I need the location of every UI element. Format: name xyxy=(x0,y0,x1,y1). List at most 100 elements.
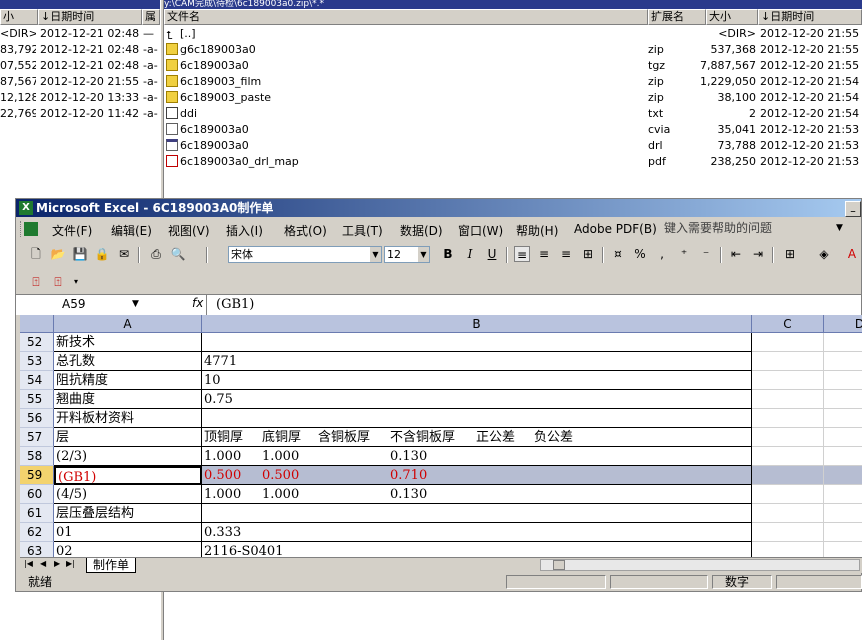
toolbar-options-icon[interactable]: ▾ xyxy=(72,274,80,290)
cell-c[interactable] xyxy=(752,371,824,390)
cell-c[interactable] xyxy=(752,485,824,504)
cell-c[interactable] xyxy=(752,333,824,352)
ext-column-header[interactable]: 扩展名 xyxy=(648,9,706,25)
file-row[interactable]: 6c189003_film zip 1,229,050 2012-12-20 21:5… xyxy=(164,74,862,90)
decrease-decimal-icon[interactable]: ⁻ xyxy=(698,246,714,262)
cell-a[interactable]: (2/3) xyxy=(54,447,202,466)
cell-d[interactable] xyxy=(824,352,862,371)
cell-b[interactable]: 4771 xyxy=(202,352,752,371)
cell-a[interactable]: 01 xyxy=(54,523,202,542)
formula-input[interactable]: (GB1) xyxy=(216,296,254,314)
save-icon[interactable]: 💾 xyxy=(72,246,88,262)
open-folder-icon[interactable]: 📂 xyxy=(50,246,66,262)
excel-title-bar[interactable]: X Microsoft Excel - 6C189003A0制作单 _ xyxy=(16,199,861,217)
worksheet-grid[interactable]: A B C D 52 新技术 53 总孔数 4771 54 阻抗精度 10 55 翘曲度 0.75 5… xyxy=(20,315,862,557)
left-file-row[interactable]: 22,769 2012-12-20 11:42 -a- xyxy=(0,106,160,122)
permission-icon[interactable]: 🔒 xyxy=(94,246,110,262)
cell-c[interactable] xyxy=(752,504,824,523)
menu-tools[interactable]: 工具(T) xyxy=(342,222,383,239)
date-column-header[interactable]: ↓日期时间 xyxy=(758,9,862,25)
row-header[interactable]: 59 xyxy=(20,466,54,485)
row-header[interactable]: 57 xyxy=(20,428,54,447)
cell-c[interactable] xyxy=(752,466,824,485)
cell-a[interactable]: 层压叠层结构 xyxy=(54,504,202,523)
minimize-button[interactable]: _ xyxy=(845,201,861,217)
name-column-header[interactable]: 文件名 xyxy=(164,9,648,25)
row-header[interactable]: 62 xyxy=(20,523,54,542)
cell-b[interactable]: 10 xyxy=(202,371,752,390)
merge-center-icon[interactable]: ⊞ xyxy=(580,246,596,262)
cell-d[interactable] xyxy=(824,485,862,504)
row-header[interactable]: 53 xyxy=(20,352,54,371)
cell-d[interactable] xyxy=(824,409,862,428)
italic-icon[interactable]: I xyxy=(462,246,478,262)
menu-insert[interactable]: 插入(I) xyxy=(226,222,263,239)
column-header-b[interactable]: B xyxy=(202,315,752,333)
convert-and-email-pdf-icon[interactable]: ⍐ xyxy=(50,274,66,290)
cell-c[interactable] xyxy=(752,523,824,542)
sheet-tab-active[interactable]: 制作单 xyxy=(86,558,137,573)
cell-b[interactable]: 1.000 1.000 0.130 xyxy=(202,447,752,466)
left-date-header[interactable]: ↓日期时间 xyxy=(38,9,142,25)
cell-c[interactable] xyxy=(752,409,824,428)
left-file-row[interactable]: 83,792 2012-12-21 02:48 -a- xyxy=(0,42,160,58)
left-file-row[interactable]: 07,552 2012-12-21 02:48 -a- xyxy=(0,58,160,74)
cell-c[interactable] xyxy=(752,447,824,466)
cell-a[interactable]: 新技术 xyxy=(54,333,202,352)
cell-d[interactable] xyxy=(824,523,862,542)
cell-b[interactable]: 顶铜厚 底铜厚 含铜板厚 不含铜板厚 正公差 负公差 xyxy=(202,428,752,447)
file-row[interactable]: 6c189003a0 cvia 35,041 2012-12-20 21:53 xyxy=(164,122,862,138)
file-row[interactable]: ⮤ [..] <DIR> 2012-12-20 21:55 xyxy=(164,26,862,42)
file-row[interactable]: 6c189003a0_drl_map pdf 238,250 2012-12-20 2… xyxy=(164,154,862,170)
column-header-a[interactable]: A xyxy=(54,315,202,333)
increase-indent-icon[interactable]: ⇥ xyxy=(750,246,766,262)
file-row[interactable]: g6c189003a0 zip 537,368 2012-12-20 21:55 xyxy=(164,42,862,58)
left-file-row[interactable]: 12,128 2012-12-20 13:33 -a- xyxy=(0,90,160,106)
row-header[interactable]: 61 xyxy=(20,504,54,523)
left-size-header[interactable]: 小 xyxy=(0,9,38,25)
cell-a[interactable]: 层 xyxy=(54,428,202,447)
row-header[interactable]: 54 xyxy=(20,371,54,390)
first-sheet-icon[interactable]: |◀ xyxy=(24,559,33,568)
last-sheet-icon[interactable]: ▶| xyxy=(66,559,75,568)
cell-a[interactable]: (4/5) xyxy=(54,485,202,504)
cell-b[interactable]: 2116-S0401 xyxy=(202,542,752,557)
menu-view[interactable]: 视图(V) xyxy=(168,222,210,239)
convert-to-pdf-icon[interactable]: ⍐ xyxy=(28,274,44,290)
file-row[interactable]: ddi txt 2 2012-12-20 21:54 xyxy=(164,106,862,122)
cell-c[interactable] xyxy=(752,428,824,447)
menu-window[interactable]: 窗口(W) xyxy=(458,222,503,239)
menu-data[interactable]: 数据(D) xyxy=(400,222,443,239)
decrease-indent-icon[interactable]: ⇤ xyxy=(728,246,744,262)
cell-c[interactable] xyxy=(752,352,824,371)
help-search-input[interactable]: 键入需要帮助的问题 xyxy=(664,219,844,237)
left-file-row[interactable]: 87,567 2012-12-20 21:55 -a- xyxy=(0,74,160,90)
cell-d[interactable] xyxy=(824,447,862,466)
font-size-dropdown-icon[interactable]: ▼ xyxy=(418,247,429,262)
size-column-header[interactable]: 大小 xyxy=(706,9,758,25)
increase-decimal-icon[interactable]: ⁺ xyxy=(676,246,692,262)
font-color-icon[interactable]: A xyxy=(844,246,860,262)
align-center-icon[interactable]: ≡ xyxy=(536,246,552,262)
menu-edit[interactable]: 编辑(E) xyxy=(111,222,152,239)
horizontal-scrollbar[interactable] xyxy=(540,559,860,571)
name-box-dropdown-icon[interactable]: ▼ xyxy=(132,296,139,313)
cell-a[interactable]: 开料板材资料 xyxy=(54,409,202,428)
name-box[interactable]: A59 ▼ xyxy=(20,296,142,313)
comma-style-icon[interactable]: , xyxy=(654,246,670,262)
cell-d[interactable] xyxy=(824,466,862,485)
cell-a[interactable]: 翘曲度 xyxy=(54,390,202,409)
cell-d[interactable] xyxy=(824,333,862,352)
cell-a[interactable]: 阻抗精度 xyxy=(54,371,202,390)
column-header-c[interactable]: C xyxy=(752,315,824,333)
menu-help[interactable]: 帮助(H) xyxy=(516,222,558,239)
cell-a[interactable]: 总孔数 xyxy=(54,352,202,371)
font-size-combo[interactable]: 12 ▼ xyxy=(384,246,430,263)
file-row[interactable]: 6c189003a0 drl 73,788 2012-12-20 21:53 xyxy=(164,138,862,154)
cell-d[interactable] xyxy=(824,542,862,557)
cell-d[interactable] xyxy=(824,428,862,447)
scrollbar-thumb[interactable] xyxy=(553,560,565,570)
print-preview-icon[interactable]: 🔍 xyxy=(170,246,186,262)
insert-function-icon[interactable]: fx xyxy=(192,296,203,310)
cell-b[interactable]: 0.500 0.500 0.710 xyxy=(202,466,752,485)
